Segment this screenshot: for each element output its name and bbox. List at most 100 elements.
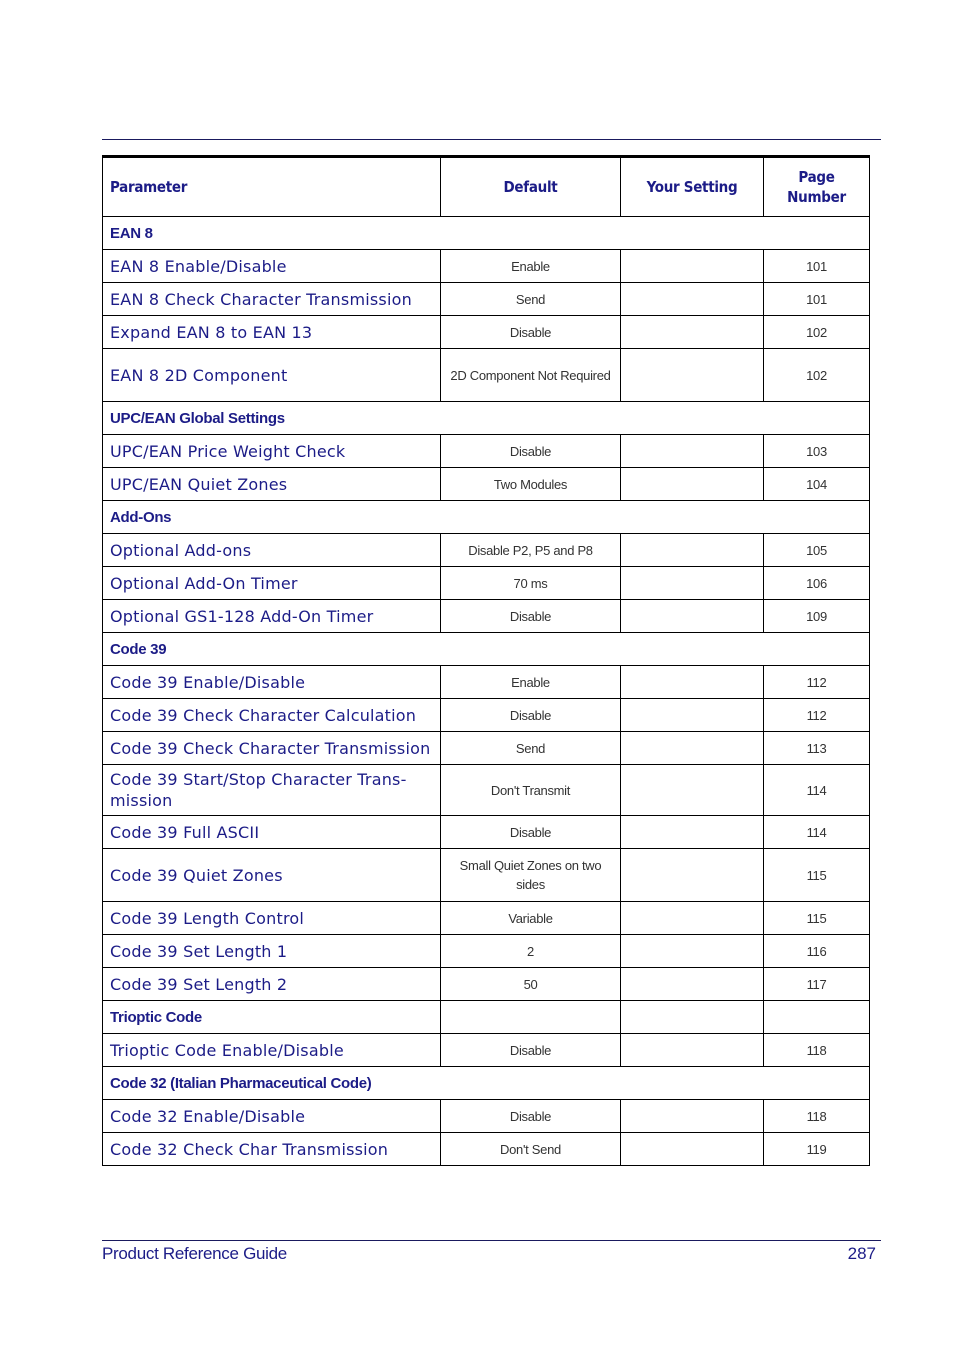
empty-cell xyxy=(620,1000,764,1034)
page-number: 117 xyxy=(763,967,870,1001)
your-setting-cell xyxy=(620,566,764,600)
page-number: 102 xyxy=(763,315,870,349)
your-setting-cell xyxy=(620,315,764,349)
page-number: 112 xyxy=(763,665,870,699)
column-header-default: Default xyxy=(440,156,621,217)
table-row: Optional Add-On Timer 70 ms 106 xyxy=(102,566,870,600)
parameter-link[interactable]: Code 32 Enable/Disable xyxy=(102,1099,441,1133)
parameter-link[interactable]: Code 32 Check Char Transmission xyxy=(102,1132,441,1166)
section-title: Trioptic Code xyxy=(102,1000,441,1034)
section-row-upc-ean-global: UPC/EAN Global Settings xyxy=(102,401,870,435)
page-number: 103 xyxy=(763,434,870,468)
section-row-code39: Code 39 xyxy=(102,632,870,666)
your-setting-cell xyxy=(620,815,764,849)
parameter-link[interactable]: Code 39 Enable/Disable xyxy=(102,665,441,699)
table-row: Trioptic Code Enable/Disable Disable 118 xyxy=(102,1033,870,1067)
default-value: Small Quiet Zones on two sides xyxy=(440,848,621,902)
parameter-link[interactable]: Code 39 Quiet Zones xyxy=(102,848,441,902)
your-setting-cell xyxy=(620,731,764,765)
page-number: 116 xyxy=(763,934,870,968)
default-value: 50 xyxy=(440,967,621,1001)
parameter-link[interactable]: EAN 8 Check Character Transmission xyxy=(102,282,441,316)
section-row-code32: Code 32 (Italian Pharmaceutical Code) xyxy=(102,1066,870,1100)
parameter-link[interactable]: UPC/EAN Price Weight Check xyxy=(102,434,441,468)
table-row: Optional GS1-128 Add-On Timer Disable 10… xyxy=(102,599,870,633)
footer-title: Product Reference Guide xyxy=(102,1244,287,1263)
your-setting-cell xyxy=(620,967,764,1001)
parameter-link[interactable]: UPC/EAN Quiet Zones xyxy=(102,467,441,501)
page-number: 115 xyxy=(763,848,870,902)
default-value: Disable P2, P5 and P8 xyxy=(440,533,621,567)
your-setting-cell xyxy=(620,698,764,732)
table-row: EAN 8 Check Character Transmission Send … xyxy=(102,282,870,316)
your-setting-cell xyxy=(620,467,764,501)
table-row: Code 39 Full ASCII Disable 114 xyxy=(102,815,870,849)
parameter-link[interactable]: Optional Add-On Timer xyxy=(102,566,441,600)
your-setting-cell xyxy=(620,434,764,468)
your-setting-cell xyxy=(620,665,764,699)
your-setting-cell xyxy=(620,348,764,402)
table-row: Code 39 Start/Stop Character Trans-missi… xyxy=(102,764,870,816)
table-row: Code 32 Check Char Transmission Don't Se… xyxy=(102,1132,870,1166)
default-value: Disable xyxy=(440,315,621,349)
table-row: EAN 8 Enable/Disable Enable 101 xyxy=(102,249,870,283)
column-header-page-number: Page Number xyxy=(763,156,870,217)
page-number: 115 xyxy=(763,901,870,935)
parameter-link[interactable]: Code 39 Check Character Transmission xyxy=(102,731,441,765)
table-row: Code 32 Enable/Disable Disable 118 xyxy=(102,1099,870,1133)
default-value: Enable xyxy=(440,249,621,283)
default-value: Send xyxy=(440,282,621,316)
page-number: 106 xyxy=(763,566,870,600)
table-row: UPC/EAN Price Weight Check Disable 103 xyxy=(102,434,870,468)
empty-cell xyxy=(440,1000,621,1034)
default-value: 2D Component Not Required xyxy=(440,348,621,402)
footer-rule xyxy=(102,1240,881,1241)
section-row-trioptic: Trioptic Code xyxy=(102,1000,870,1034)
your-setting-cell xyxy=(620,533,764,567)
page-number: 109 xyxy=(763,599,870,633)
default-value: Disable xyxy=(440,599,621,633)
page-number: 101 xyxy=(763,282,870,316)
parameter-link[interactable]: Optional Add-ons xyxy=(102,533,441,567)
table-row: Code 39 Check Character Transmission Sen… xyxy=(102,731,870,765)
default-value: Two Modules xyxy=(440,467,621,501)
table-row: Code 39 Set Length 1 2 116 xyxy=(102,934,870,968)
table-row: UPC/EAN Quiet Zones Two Modules 104 xyxy=(102,467,870,501)
section-row-add-ons: Add-Ons xyxy=(102,500,870,534)
section-title: Code 32 (Italian Pharmaceutical Code) xyxy=(102,1066,870,1100)
parameter-link[interactable]: Code 39 Check Character Calculation xyxy=(102,698,441,732)
parameter-link[interactable]: Trioptic Code Enable/Disable xyxy=(102,1033,441,1067)
table-row: Code 39 Quiet Zones Small Quiet Zones on… xyxy=(102,848,870,902)
section-title: EAN 8 xyxy=(102,216,870,250)
table-header-row: Parameter Default Your Setting Page Numb… xyxy=(102,156,870,217)
parameter-link[interactable]: Code 39 Start/Stop Character Trans-missi… xyxy=(102,764,441,816)
default-value: Don't Send xyxy=(440,1132,621,1166)
parameter-link[interactable]: Code 39 Full ASCII xyxy=(102,815,441,849)
page-number: 119 xyxy=(763,1132,870,1166)
page-number: 105 xyxy=(763,533,870,567)
parameter-link[interactable]: Code 39 Length Control xyxy=(102,901,441,935)
column-header-your-setting: Your Setting xyxy=(620,156,764,217)
parameter-link[interactable]: Expand EAN 8 to EAN 13 xyxy=(102,315,441,349)
page-number: 101 xyxy=(763,249,870,283)
table-row: Code 39 Set Length 2 50 117 xyxy=(102,967,870,1001)
default-value: Disable xyxy=(440,1033,621,1067)
column-header-parameter: Parameter xyxy=(102,156,441,217)
header-rule xyxy=(102,139,881,140)
table-row: Code 39 Enable/Disable Enable 112 xyxy=(102,665,870,699)
footer-page-number: 287 xyxy=(847,1244,876,1263)
parameter-link[interactable]: EAN 8 Enable/Disable xyxy=(102,249,441,283)
empty-cell xyxy=(763,1000,870,1034)
default-value: Send xyxy=(440,731,621,765)
default-value: Enable xyxy=(440,665,621,699)
page-number: 102 xyxy=(763,348,870,402)
table-row: Code 39 Length Control Variable 115 xyxy=(102,901,870,935)
your-setting-cell xyxy=(620,934,764,968)
parameter-link[interactable]: Code 39 Set Length 1 xyxy=(102,934,441,968)
your-setting-cell xyxy=(620,764,764,816)
page-number: 113 xyxy=(763,731,870,765)
parameter-link[interactable]: EAN 8 2D Component xyxy=(102,348,441,402)
your-setting-cell xyxy=(620,249,764,283)
parameter-link[interactable]: Optional GS1-128 Add-On Timer xyxy=(102,599,441,633)
parameter-link[interactable]: Code 39 Set Length 2 xyxy=(102,967,441,1001)
